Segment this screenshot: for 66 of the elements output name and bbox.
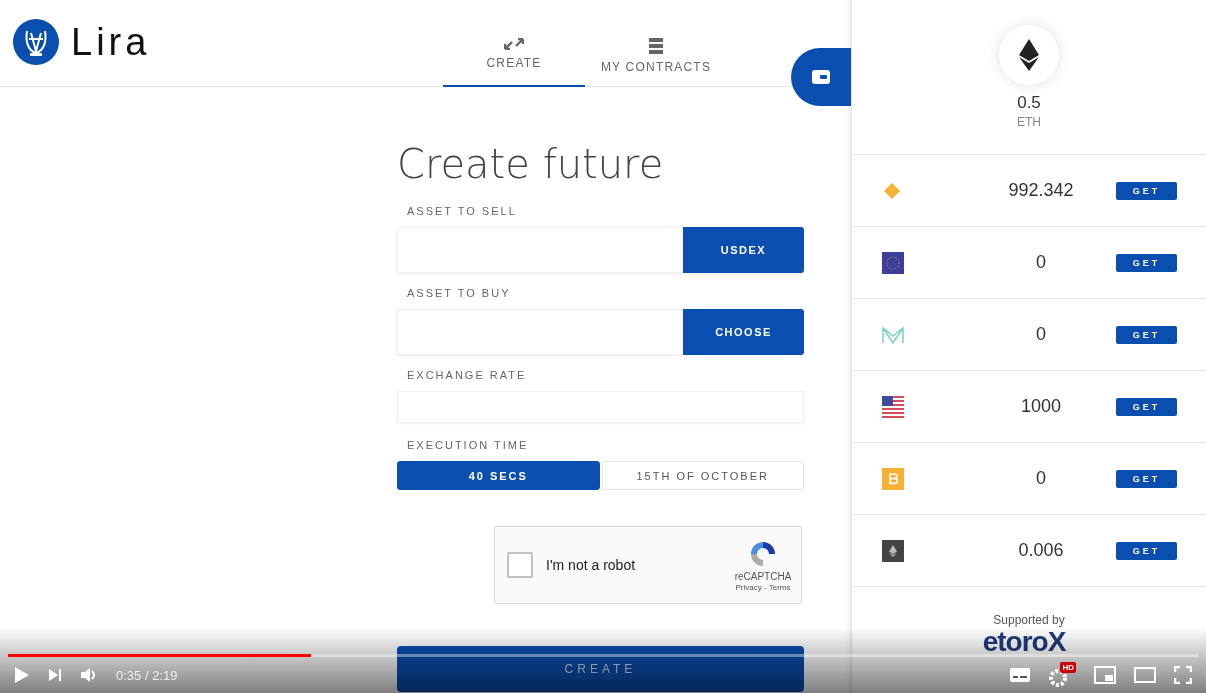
- volume-button[interactable]: [80, 667, 98, 683]
- progress-bar[interactable]: [8, 654, 1198, 657]
- ether-icon: [1019, 39, 1039, 71]
- list-icon: [649, 38, 663, 54]
- hd-badge: HD: [1060, 662, 1076, 673]
- input-field[interactable]: [397, 309, 683, 355]
- flag-icon: [882, 251, 904, 274]
- nav-tab[interactable]: CREATE: [443, 34, 585, 87]
- get-button[interactable]: GET: [1116, 541, 1177, 560]
- next-button[interactable]: [48, 668, 62, 682]
- page-title: Create future: [397, 141, 665, 187]
- flag-icon: [882, 395, 904, 418]
- miniplayer-icon: [1094, 666, 1116, 684]
- ether-icon: [882, 539, 904, 562]
- get-button[interactable]: GET: [1116, 253, 1177, 272]
- checkbox[interactable]: [507, 552, 533, 578]
- theater-button[interactable]: [1134, 667, 1156, 683]
- nav-tab[interactable]: MY CONTRACTS: [585, 34, 727, 87]
- recaptcha-label: reCAPTCHA: [734, 571, 792, 582]
- balance-unit: ETH: [1017, 115, 1041, 129]
- field-label: ASSET TO SELL: [406, 205, 518, 219]
- get-button[interactable]: GET: [1116, 469, 1177, 488]
- arrows-icon: [504, 38, 524, 50]
- bitcoin-icon: [882, 467, 904, 490]
- asset-button[interactable]: CHOOSE: [683, 309, 804, 355]
- field-label: ASSET TO BUY: [406, 287, 512, 301]
- time-option[interactable]: 40 SECS: [397, 461, 600, 490]
- subtitles-button[interactable]: [1010, 668, 1030, 682]
- asset-amount: 0: [1035, 252, 1047, 273]
- subtitles-icon: [1010, 668, 1030, 682]
- time-label: 0:35 / 2:19: [116, 667, 178, 683]
- input-field[interactable]: [397, 227, 683, 273]
- privacy-terms-link[interactable]: Privacy - Terms: [735, 583, 791, 592]
- m-logo-icon: [882, 325, 904, 344]
- asset-amount: 1000: [1019, 396, 1062, 417]
- supported-by-label: Supported by: [993, 613, 1065, 627]
- diamond-icon: [882, 180, 902, 201]
- asset-button[interactable]: USDEX: [683, 227, 804, 273]
- lyre-logo-icon: [13, 19, 59, 65]
- brand-name: Lira: [71, 20, 151, 64]
- get-button[interactable]: GET: [1116, 181, 1177, 200]
- time-option[interactable]: 15TH OF OCTOBER: [601, 461, 804, 490]
- create-button[interactable]: CREATE: [397, 646, 804, 692]
- wallet-button[interactable]: [791, 48, 851, 106]
- settings-icon: [1048, 668, 1068, 688]
- fullscreen-icon: [1174, 666, 1192, 684]
- checkbox-label: I'm not a robot: [546, 557, 637, 573]
- field-label: EXECUTION TIME: [406, 439, 530, 453]
- asset-amount: 992.342: [1007, 180, 1075, 201]
- asset-amount: 0: [1035, 324, 1047, 345]
- fullscreen-button[interactable]: [1174, 666, 1192, 684]
- asset-amount: 0: [1035, 468, 1047, 489]
- wallet-icon: [812, 70, 830, 84]
- get-button[interactable]: GET: [1116, 325, 1177, 344]
- miniplayer-button[interactable]: [1094, 666, 1116, 684]
- asset-amount: 0.006: [1017, 540, 1065, 561]
- field-label: EXCHANGE RATE: [406, 369, 528, 383]
- play-button[interactable]: [14, 666, 30, 684]
- balance-amount: 0.5: [1017, 93, 1041, 113]
- play-icon: [14, 666, 30, 684]
- get-button[interactable]: GET: [1116, 397, 1177, 416]
- settings-button[interactable]: HD: [1048, 662, 1076, 688]
- theater-icon: [1134, 667, 1156, 683]
- speaker-icon: [80, 667, 98, 683]
- next-icon: [48, 668, 62, 682]
- sponsor-logo: etoroX: [982, 627, 1066, 657]
